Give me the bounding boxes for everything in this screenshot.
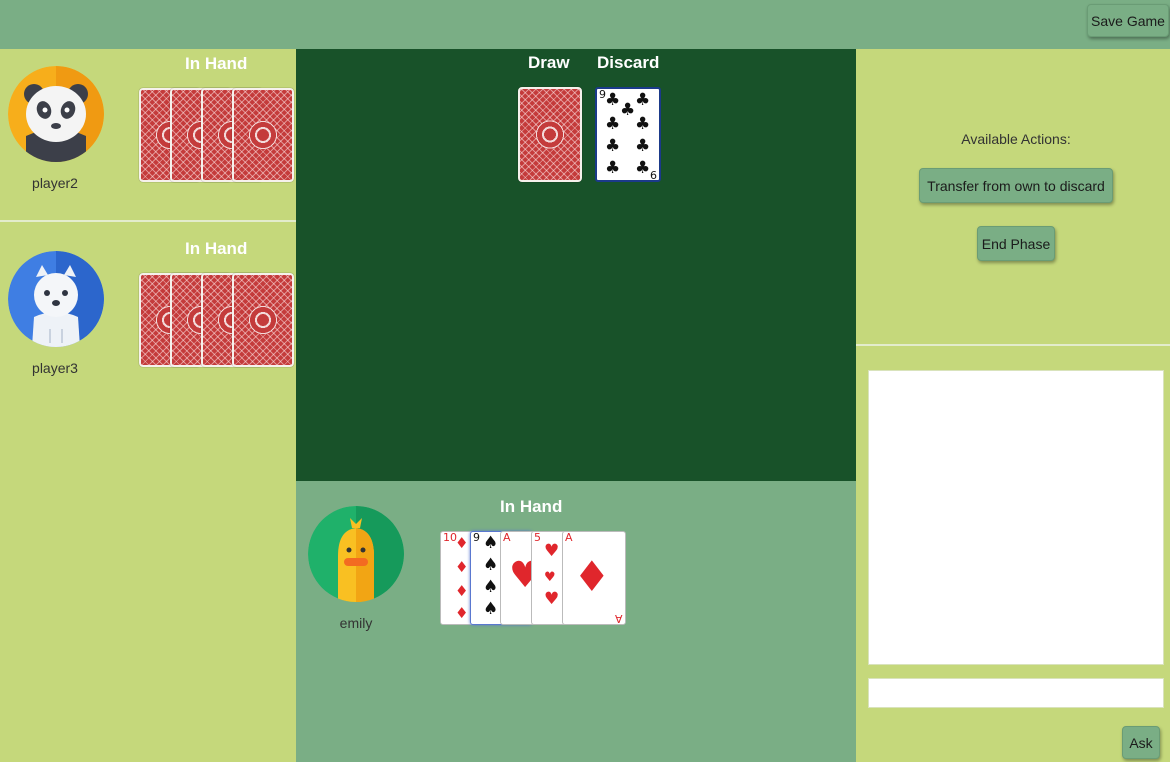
heart-icon: ♥ bbox=[544, 570, 556, 585]
my-hand-label: In Hand bbox=[500, 497, 563, 516]
player-divider bbox=[0, 220, 296, 222]
draw-pile[interactable] bbox=[518, 87, 582, 182]
club-icon: ♣ bbox=[635, 114, 651, 134]
player3-card-back bbox=[232, 273, 294, 367]
spade-icon: ♠ bbox=[483, 577, 499, 597]
club-icon: ♣ bbox=[605, 158, 621, 178]
player2-hand-label: In Hand bbox=[185, 54, 248, 73]
card-rank: 5 bbox=[534, 531, 541, 544]
diamond-icon: ♦ bbox=[573, 552, 611, 601]
player3-hand-label: In Hand bbox=[185, 239, 248, 258]
chat-input[interactable] bbox=[868, 678, 1164, 708]
diamond-icon: ♦ bbox=[455, 604, 469, 622]
hand-card-a-diamonds[interactable]: A A ♦ bbox=[562, 531, 626, 625]
club-icon: ♣ bbox=[605, 136, 621, 156]
top-bar bbox=[0, 0, 1170, 49]
panel-divider bbox=[856, 344, 1170, 346]
end-phase-button[interactable]: End Phase bbox=[977, 226, 1055, 261]
spade-icon: ♠ bbox=[483, 555, 499, 575]
draw-pile-label: Draw bbox=[528, 53, 570, 72]
card-rank: A bbox=[615, 612, 623, 625]
diamond-icon: ♦ bbox=[455, 534, 469, 552]
club-icon: ♣ bbox=[620, 100, 636, 120]
club-icon: ♣ bbox=[605, 90, 621, 110]
polar-bear-icon bbox=[8, 251, 104, 347]
chat-log[interactable] bbox=[868, 370, 1164, 665]
discard-pile-label: Discard bbox=[597, 53, 660, 72]
transfer-to-discard-button[interactable]: Transfer from own to discard bbox=[919, 168, 1113, 203]
card-rank: 9 bbox=[650, 168, 657, 181]
duck-icon bbox=[308, 506, 404, 602]
card-rank: A bbox=[565, 531, 573, 544]
player3-name: player3 bbox=[32, 360, 78, 376]
player2-card-back bbox=[232, 88, 294, 182]
diamond-icon: ♦ bbox=[455, 582, 469, 600]
panda-icon bbox=[8, 66, 104, 162]
player2-name: player2 bbox=[32, 175, 78, 191]
spade-icon: ♠ bbox=[483, 599, 499, 619]
spade-icon: ♠ bbox=[483, 533, 499, 553]
diamond-icon: ♦ bbox=[455, 558, 469, 576]
club-icon: ♣ bbox=[605, 114, 621, 134]
ask-button[interactable]: Ask bbox=[1122, 726, 1160, 759]
club-icon: ♣ bbox=[635, 158, 651, 178]
card-rank: 9 bbox=[473, 531, 480, 544]
available-actions-title: Available Actions: bbox=[961, 131, 1071, 147]
my-name: emily bbox=[339, 615, 373, 631]
heart-icon: ♥ bbox=[544, 589, 560, 609]
heart-icon: ♥ bbox=[544, 541, 560, 561]
club-icon: ♣ bbox=[635, 136, 651, 156]
discard-pile-card[interactable]: 9 9 ♣ ♣ ♣ ♣ ♣ ♣ ♣ ♣ ♣ bbox=[595, 87, 661, 182]
card-rank: A bbox=[503, 531, 511, 544]
save-game-button[interactable]: Save Game bbox=[1087, 4, 1169, 37]
club-icon: ♣ bbox=[635, 90, 651, 110]
